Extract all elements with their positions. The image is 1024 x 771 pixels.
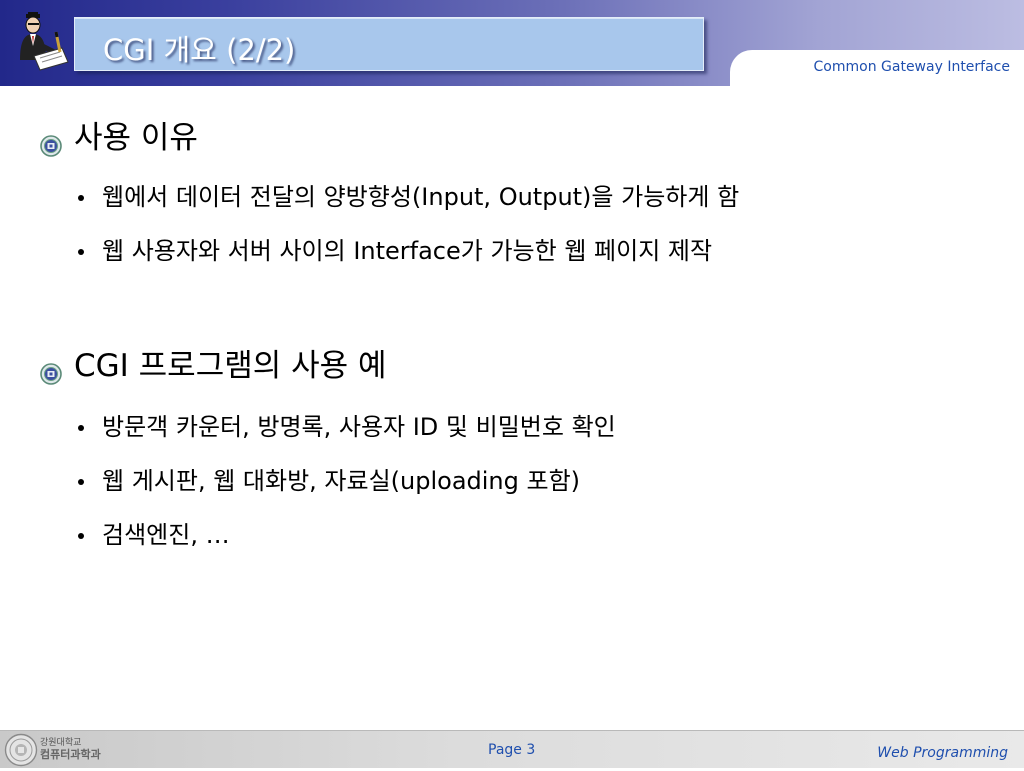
bullet-list: 웹에서 데이터 전달의 양방향성(Input, Output)을 가능하게 함 … bbox=[40, 182, 739, 266]
footer-department-name: 컴퓨터과학과 bbox=[40, 748, 101, 761]
title-box: CGI 개요 (2/2) bbox=[74, 17, 704, 71]
bullet-dot-icon bbox=[78, 195, 84, 201]
bullet-dot-icon bbox=[78, 249, 84, 255]
section-heading: CGI 프로그램의 사용 예 bbox=[74, 348, 387, 384]
footer-course-name: Web Programming bbox=[877, 745, 1008, 761]
slide-subtitle: Common Gateway Interface bbox=[813, 59, 1010, 75]
university-seal-icon bbox=[4, 733, 38, 767]
list-item: 웹 사용자와 서버 사이의 Interface가 가능한 웹 페이지 제작 bbox=[74, 236, 739, 266]
list-item: 방문객 카운터, 방명록, 사용자 ID 및 비밀번호 확인 bbox=[74, 412, 616, 442]
bullet-dot-icon bbox=[78, 533, 84, 539]
section-heading-row: CGI 프로그램의 사용 예 bbox=[40, 346, 616, 386]
section-reasons: 사용 이유 웹에서 데이터 전달의 양방향성(Input, Output)을 가… bbox=[40, 118, 739, 266]
slide-title: CGI 개요 (2/2) bbox=[103, 33, 296, 67]
list-item-text: 웹 사용자와 서버 사이의 Interface가 가능한 웹 페이지 제작 bbox=[102, 237, 713, 265]
list-item: 검색엔진, … bbox=[74, 520, 616, 550]
section-heading: 사용 이유 bbox=[74, 120, 198, 156]
list-item: 웹에서 데이터 전달의 양방향성(Input, Output)을 가능하게 함 bbox=[74, 182, 739, 212]
list-item-text: 웹 게시판, 웹 대화방, 자료실(uploading 포함) bbox=[102, 467, 581, 495]
page-number: Page 3 bbox=[488, 742, 536, 758]
list-item-text: 검색엔진, … bbox=[102, 521, 230, 549]
bullet-dot-icon bbox=[78, 479, 84, 485]
university-emblem-icon bbox=[40, 127, 62, 157]
bullet-list: 방문객 카운터, 방명록, 사용자 ID 및 비밀번호 확인 웹 게시판, 웹 … bbox=[40, 412, 616, 550]
university-emblem-icon bbox=[40, 355, 62, 385]
section-examples: CGI 프로그램의 사용 예 방문객 카운터, 방명록, 사용자 ID 및 비밀… bbox=[40, 346, 616, 550]
section-heading-row: 사용 이유 bbox=[40, 118, 739, 158]
professor-reading-icon bbox=[12, 12, 70, 74]
list-item-text: 방문객 카운터, 방명록, 사용자 ID 및 비밀번호 확인 bbox=[102, 413, 616, 441]
bullet-dot-icon bbox=[78, 425, 84, 431]
list-item: 웹 게시판, 웹 대화방, 자료실(uploading 포함) bbox=[74, 466, 616, 496]
footer-department: 강원대학교 컴퓨터과학과 bbox=[40, 738, 101, 760]
list-item-text: 웹에서 데이터 전달의 양방향성(Input, Output)을 가능하게 함 bbox=[102, 183, 740, 211]
